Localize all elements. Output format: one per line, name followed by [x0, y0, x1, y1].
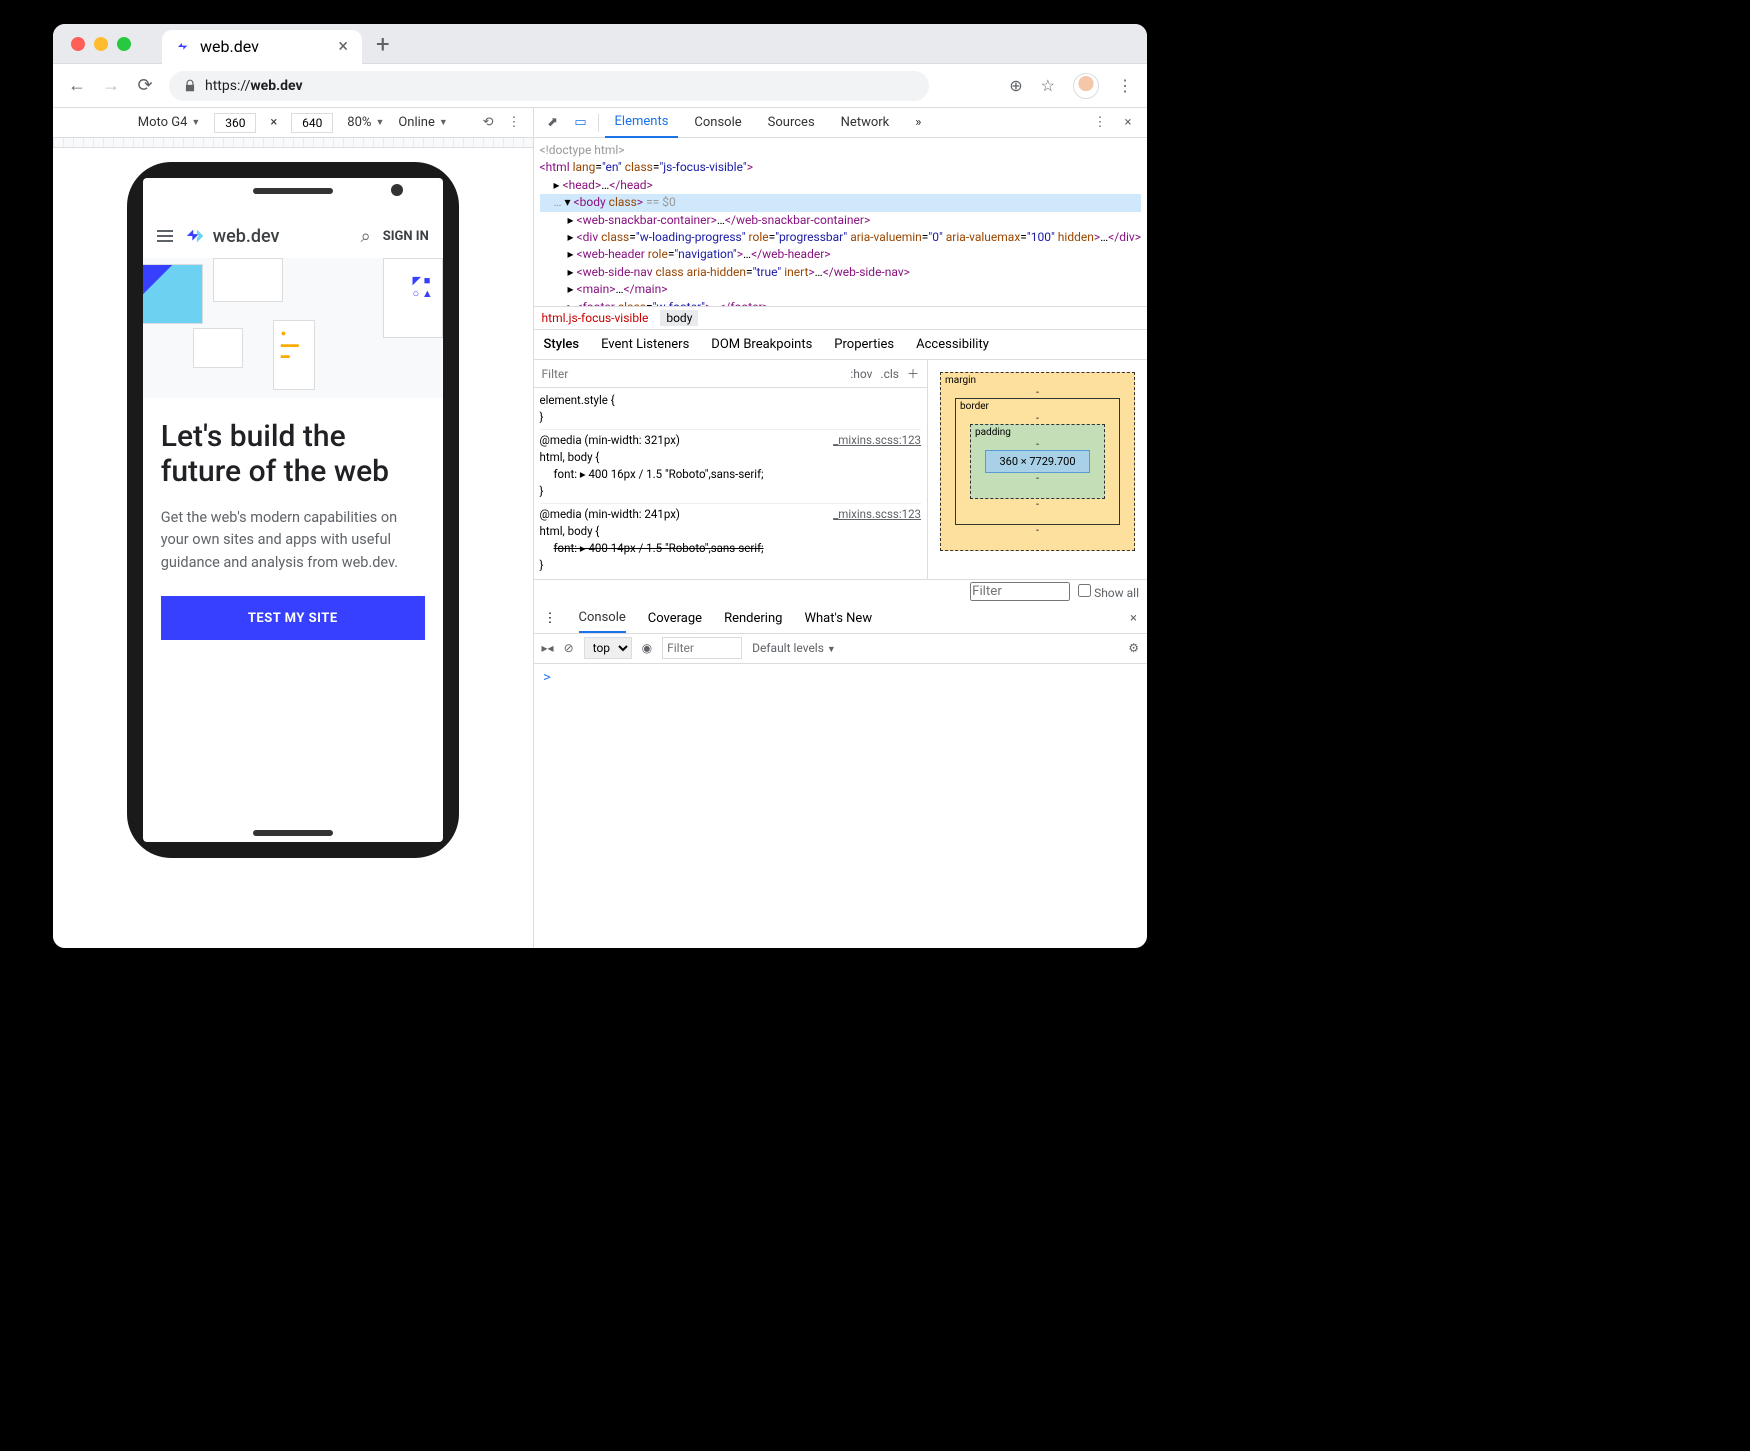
panel-overflow-icon[interactable]: »: [905, 108, 931, 138]
site-favicon: [176, 39, 192, 55]
devtools-pane: ⬈ ▭ Elements Console Sources Network » ⋮…: [534, 108, 1147, 948]
breadcrumb[interactable]: html.js-focus-visible body: [534, 306, 1147, 330]
drawer-tab-rendering[interactable]: Rendering: [724, 611, 782, 626]
hamburger-icon[interactable]: [157, 230, 173, 242]
device-height-input[interactable]: [291, 113, 333, 133]
device-select[interactable]: Moto G4 ▼: [138, 115, 201, 130]
reload-button[interactable]: ⟳: [135, 75, 155, 96]
lock-icon: [183, 79, 197, 93]
browser-tab[interactable]: web.dev ×: [162, 30, 362, 64]
devtools-drawer: ⋮ Console Coverage Rendering What's New …: [534, 604, 1147, 949]
new-rule-icon[interactable]: ＋: [907, 365, 919, 383]
webdev-logo-icon: [185, 225, 207, 247]
drawer-menu-icon[interactable]: ⋮: [544, 611, 557, 626]
rotate-icon[interactable]: ⟲: [483, 115, 494, 130]
search-icon[interactable]: ⌕: [361, 226, 371, 247]
hov-toggle[interactable]: :hov: [850, 365, 872, 383]
show-all-toggle[interactable]: Show all: [1078, 584, 1139, 600]
hero-section: Let's build the future of the web Get th…: [143, 398, 443, 662]
device-toggle-icon[interactable]: ▭: [570, 112, 592, 134]
console-input[interactable]: >: [534, 664, 1147, 949]
window-close[interactable]: [71, 37, 85, 51]
window-minimize[interactable]: [94, 37, 108, 51]
bookmark-icon[interactable]: ☆: [1041, 76, 1055, 95]
dom-tree[interactable]: <!doctype html> <html lang="en" class="j…: [534, 138, 1147, 306]
ruler: [53, 138, 533, 148]
styles-filter-input[interactable]: [534, 367, 843, 381]
devtools-menu-icon[interactable]: ⋮: [1089, 112, 1111, 134]
tab-close-icon[interactable]: ×: [338, 36, 348, 57]
css-rules[interactable]: element.style {} _mixins.scss:123@media …: [534, 388, 927, 579]
console-settings-icon[interactable]: ⚙: [1128, 641, 1139, 655]
device-menu-icon[interactable]: ⋮: [508, 115, 521, 130]
signin-button[interactable]: SIGN IN: [383, 229, 429, 244]
console-sidebar-icon[interactable]: ▸◂: [542, 641, 554, 655]
tab-title: web.dev: [200, 37, 259, 56]
subtab-accessibility[interactable]: Accessibility: [916, 337, 989, 352]
throttle-select[interactable]: Online ▼: [398, 115, 447, 130]
subtab-properties[interactable]: Properties: [834, 337, 894, 352]
back-button[interactable]: ←: [67, 75, 87, 96]
browser-window: web.dev × + ← → ⟳ https://web.dev ⊕ ☆ ⋮ …: [53, 24, 1147, 948]
devtools-close-icon[interactable]: ×: [1117, 112, 1139, 134]
live-expression-icon[interactable]: ◉: [642, 641, 652, 655]
panel-tab-console[interactable]: Console: [684, 108, 751, 138]
device-width-input[interactable]: [214, 113, 256, 133]
hero-body: Get the web's modern capabilities on you…: [161, 507, 425, 574]
styles-panel: :hov .cls ＋ element.style {} _mixins.scs…: [534, 360, 927, 579]
panel-tab-sources[interactable]: Sources: [758, 108, 825, 138]
subtab-dom-breakpoints[interactable]: DOM Breakpoints: [711, 337, 812, 352]
computed-filter-row: Show all: [534, 580, 1147, 604]
new-tab-button[interactable]: +: [376, 30, 390, 58]
dom-selected-node[interactable]: … ▾ <body class> == $0: [540, 194, 1141, 211]
dimension-x: ×: [270, 115, 277, 130]
toolbar: ← → ⟳ https://web.dev ⊕ ☆ ⋮: [53, 64, 1147, 108]
drawer-tab-whatsnew[interactable]: What's New: [804, 611, 872, 626]
zoom-select[interactable]: 80% ▼: [347, 115, 384, 130]
console-context-select[interactable]: top: [584, 637, 632, 659]
styles-subtabs: Styles Event Listeners DOM Breakpoints P…: [534, 330, 1147, 360]
device-frame: web.dev ⌕ SIGN IN ◤ ■○ ▲: [127, 162, 459, 858]
subtab-styles[interactable]: Styles: [544, 337, 580, 352]
url-text: https://web.dev: [205, 78, 303, 94]
hero-title: Let's build the future of the web: [161, 420, 425, 489]
clear-console-icon[interactable]: ⊘: [564, 641, 574, 655]
console-filter-input[interactable]: [662, 637, 742, 659]
drawer-tab-console[interactable]: Console: [579, 603, 626, 633]
cls-toggle[interactable]: .cls: [880, 365, 899, 383]
emulated-viewport[interactable]: web.dev ⌕ SIGN IN ◤ ■○ ▲: [143, 178, 443, 842]
panel-tab-network[interactable]: Network: [831, 108, 900, 138]
crumb-body[interactable]: body: [660, 310, 698, 326]
site-header: web.dev ⌕ SIGN IN: [143, 214, 443, 258]
window-titlebar: web.dev × +: [53, 24, 1147, 64]
forward-button[interactable]: →: [101, 75, 121, 96]
inspect-icon[interactable]: ⬈: [542, 112, 564, 134]
profile-avatar[interactable]: [1073, 73, 1099, 99]
drawer-tab-coverage[interactable]: Coverage: [648, 611, 702, 626]
cta-button[interactable]: TEST MY SITE: [161, 596, 425, 640]
log-levels-select[interactable]: Default levels ▼: [752, 641, 836, 655]
computed-filter-input[interactable]: [970, 582, 1070, 601]
subtab-event-listeners[interactable]: Event Listeners: [601, 337, 689, 352]
crumb-html[interactable]: html.js-focus-visible: [542, 311, 649, 325]
panel-tab-elements[interactable]: Elements: [605, 108, 679, 138]
address-bar[interactable]: https://web.dev: [169, 71, 929, 101]
hero-illustration: ◤ ■○ ▲ ●▬▬▬: [143, 258, 443, 398]
window-zoom[interactable]: [117, 37, 131, 51]
device-emulation-pane: Moto G4 ▼ × 80% ▼ Online ▼ ⟲ ⋮: [53, 108, 534, 948]
box-model[interactable]: margin- border- padding- 360 × 7729.700 …: [927, 360, 1147, 579]
box-content-size: 360 × 7729.700: [985, 450, 1090, 473]
drawer-close-icon[interactable]: ×: [1130, 611, 1137, 626]
devtools-toolbar: ⬈ ▭ Elements Console Sources Network » ⋮…: [534, 108, 1147, 138]
browser-menu-icon[interactable]: ⋮: [1117, 76, 1133, 95]
site-brand[interactable]: web.dev: [185, 225, 280, 247]
add-page-icon[interactable]: ⊕: [1009, 76, 1022, 95]
device-toolbar: Moto G4 ▼ × 80% ▼ Online ▼ ⟲ ⋮: [53, 108, 533, 138]
